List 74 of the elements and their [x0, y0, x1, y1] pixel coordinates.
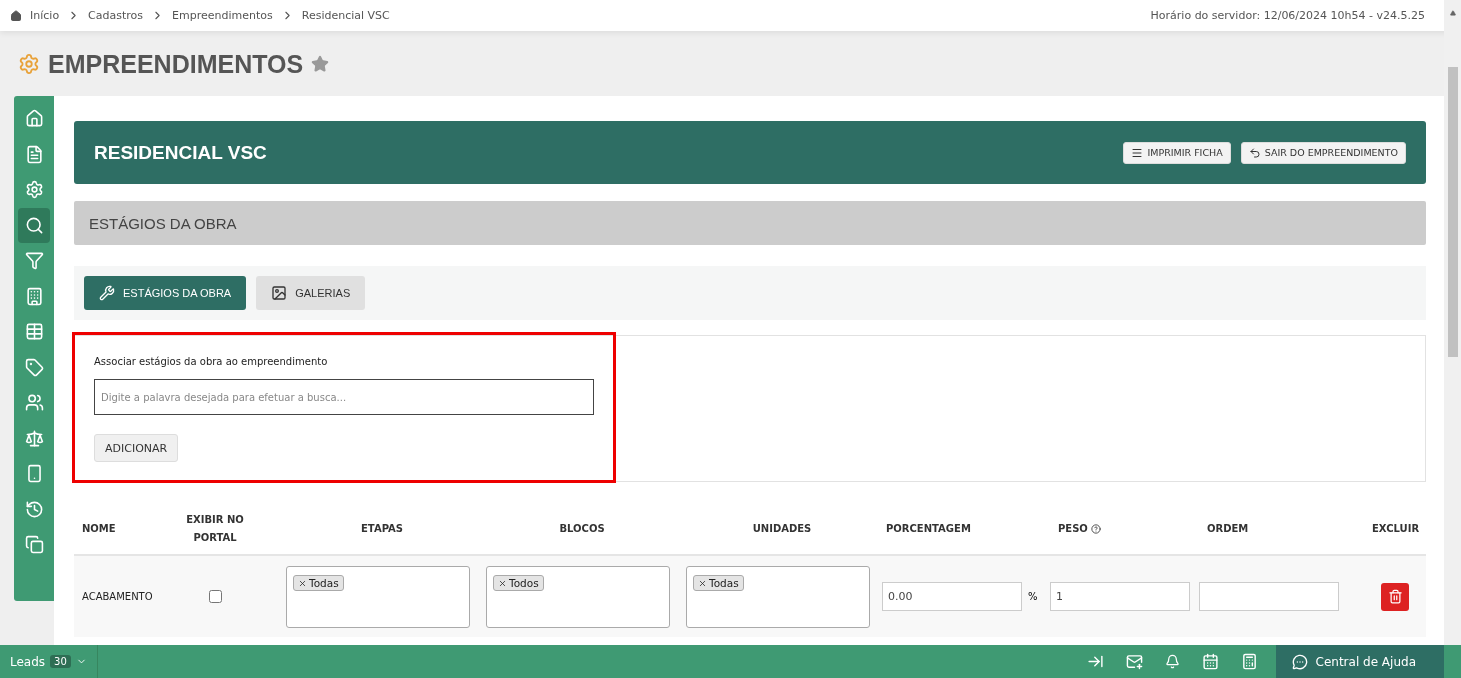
leads-button[interactable]: Leads 30: [0, 645, 98, 678]
column-header: PORCENTAGEM: [885, 522, 972, 536]
close-icon[interactable]: [698, 578, 707, 588]
calculator-icon[interactable]: [1240, 653, 1258, 670]
building-icon: [24, 286, 44, 306]
breadcrumb-link[interactable]: Residencial VSC: [301, 9, 390, 22]
image-icon: [271, 285, 288, 301]
scroll-up-icon[interactable]: [1449, 10, 1456, 16]
add-button[interactable]: ADICIONAR: [94, 434, 179, 462]
help-icon[interactable]: [1090, 524, 1101, 534]
filter-icon: [24, 251, 44, 271]
tag-chip[interactable]: Todos: [493, 575, 544, 591]
multi-select[interactable]: Todos: [486, 565, 670, 628]
header-title: RESIDENCIAL VSC: [94, 141, 267, 164]
form-label: Associar estágios da obra ao empreendimento: [94, 356, 328, 367]
tab[interactable]: GALERIAS: [256, 276, 366, 310]
column-header: ETAPAS: [360, 522, 404, 536]
bell-icon[interactable]: [1164, 654, 1180, 669]
home-icon: [24, 109, 44, 129]
table-cell-text: ACABAMENTO: [81, 591, 152, 602]
mail-icon[interactable]: [1125, 653, 1143, 670]
section-bar: ESTÁGIOS DA OBRA: [74, 201, 1426, 245]
home-icon[interactable]: [10, 9, 22, 22]
scroll-thumb[interactable]: [1448, 67, 1458, 357]
percent-sign: %: [1028, 591, 1038, 602]
help-button[interactable]: Central de Ajuda: [1275, 645, 1444, 678]
print-button[interactable]: IMPRIMIR FICHA: [1123, 141, 1231, 164]
column-header: PESO: [1058, 522, 1088, 536]
search-icon: [24, 215, 44, 235]
page-title: EMPREENDIMENTOS: [48, 49, 304, 79]
table-icon: [24, 322, 44, 342]
tag-chip[interactable]: Todas: [293, 575, 344, 591]
tools-icon: [99, 285, 115, 301]
history-icon: [24, 499, 44, 519]
settings-icon: [24, 180, 44, 200]
leads-count: 30: [50, 655, 71, 668]
star-icon[interactable]: [311, 55, 330, 73]
column-header: EXIBIR NO PORTAL: [185, 513, 245, 545]
checkbox[interactable]: [208, 590, 222, 603]
copy-icon: [24, 535, 44, 555]
breadcrumb-link[interactable]: Cadastros: [88, 9, 144, 22]
column-header: NOME: [81, 522, 117, 536]
sidebar-item[interactable]: [18, 207, 50, 243]
gear-icon: [18, 53, 40, 75]
column-header: UNIDADES: [751, 522, 813, 536]
menu-icon: [1131, 146, 1144, 159]
scale-icon: [24, 428, 44, 448]
breadcrumb-link[interactable]: Empreendimentos: [172, 9, 273, 22]
search-field[interactable]: Digite a palavra desejada para efetuar a busca...: [94, 379, 594, 415]
column-header: EXCLUIR: [1371, 522, 1421, 536]
scrollbar[interactable]: [1444, 0, 1461, 645]
document-icon: [24, 144, 44, 164]
arrow-to-line-icon[interactable]: [1086, 653, 1104, 670]
multi-select[interactable]: Todas: [286, 565, 470, 628]
tag-icon: [24, 357, 44, 377]
delete-button[interactable]: [1381, 582, 1409, 611]
undo-icon: [1248, 146, 1261, 159]
percent-field[interactable]: 0.00: [882, 582, 1022, 611]
column-header: ORDEM: [1206, 522, 1250, 536]
order-field[interactable]: [1199, 582, 1339, 611]
calendar-icon[interactable]: [1201, 653, 1219, 670]
close-icon[interactable]: [498, 578, 507, 588]
people-icon: [24, 393, 44, 413]
breadcrumb-link[interactable]: Início: [30, 9, 60, 22]
weight-field[interactable]: 1: [1050, 582, 1190, 611]
trash-icon: [1387, 589, 1403, 604]
multi-select[interactable]: Todas: [686, 565, 870, 628]
tab[interactable]: ESTÁGIOS DA OBRA: [84, 276, 247, 310]
tag-chip[interactable]: Todas: [693, 575, 744, 591]
close-icon[interactable]: [298, 578, 307, 588]
chat-icon: [1291, 653, 1308, 670]
server-time: Horário do servidor: 12/06/2024 10h54 - v24.5.25: [1150, 9, 1425, 22]
exit-button[interactable]: SAIR DO EMPREENDIMENTO: [1240, 141, 1406, 164]
column-header: BLOCOS: [558, 522, 606, 536]
